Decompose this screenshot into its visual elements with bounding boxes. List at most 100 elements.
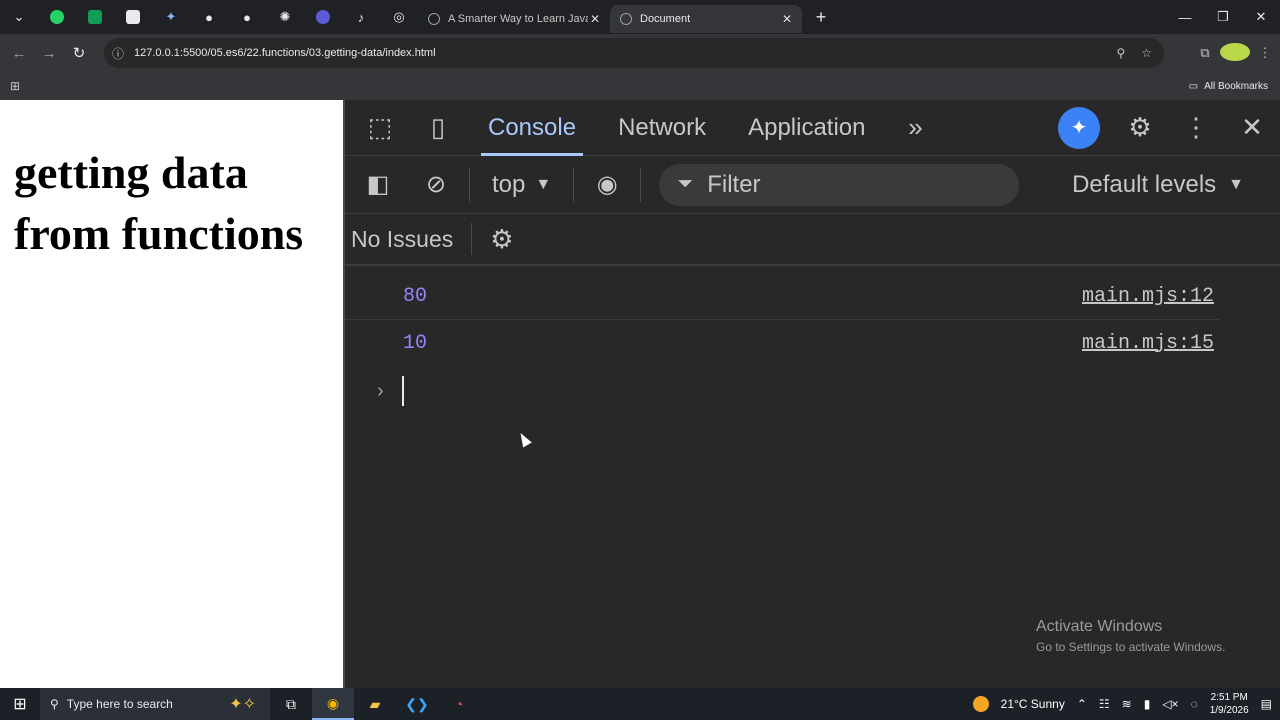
- context-selector[interactable]: top ▼: [474, 171, 569, 199]
- forward-icon[interactable]: →: [34, 38, 64, 68]
- tab-smarter-way[interactable]: A Smarter Way to Learn JavaSc ✕: [418, 5, 610, 33]
- tab-console[interactable]: Console: [467, 100, 597, 156]
- devtools-tab-bar: ⬚ ▯ Console Network Application » ✦ ⚙ ⋮ …: [345, 100, 1280, 156]
- log-source-link[interactable]: main.mjs:15: [1082, 332, 1214, 355]
- filter-placeholder: Filter: [707, 170, 761, 198]
- zoom-icon[interactable]: ⚲: [1116, 46, 1125, 60]
- divider: [469, 167, 470, 202]
- sheets-icon[interactable]: [76, 0, 114, 34]
- clear-console-icon[interactable]: ⊘: [407, 170, 465, 199]
- sidebar-toggle-icon[interactable]: ◧: [349, 170, 407, 199]
- chatgpt-icon[interactable]: ✺: [266, 0, 304, 34]
- tab-network[interactable]: Network: [597, 100, 727, 156]
- dropdown-arrow-icon: ▼: [1228, 175, 1244, 193]
- tab-title: Document: [640, 13, 691, 25]
- chrome-taskbar-icon[interactable]: ◉: [312, 688, 354, 720]
- windows-start-icon[interactable]: ⊞: [0, 694, 40, 714]
- page-viewport: getting data from functions: [0, 100, 343, 688]
- site-info-icon[interactable]: ⓘ: [112, 45, 124, 62]
- settings-gear-icon[interactable]: ⚙: [1112, 112, 1168, 143]
- whatsapp-icon[interactable]: [38, 0, 76, 34]
- file-explorer-icon[interactable]: ▰: [354, 688, 396, 720]
- log-value: 80: [403, 285, 428, 308]
- close-tab-icon[interactable]: ✕: [590, 12, 600, 26]
- globe-icon: [620, 13, 632, 25]
- live-expression-eye-icon[interactable]: ◉: [578, 170, 636, 199]
- inspect-element-icon[interactable]: ⬚: [351, 100, 409, 156]
- ai-assistance-icon[interactable]: ✦: [1058, 106, 1100, 149]
- new-tab-icon[interactable]: +: [802, 0, 840, 34]
- prompt-chevron-icon: ›: [377, 380, 384, 402]
- app-icon[interactable]: [114, 0, 152, 34]
- levels-label: Default levels: [1072, 170, 1217, 198]
- issues-bar: No Issues ⚙: [345, 214, 1280, 266]
- onedrive-icon[interactable]: ◌: [1191, 697, 1198, 711]
- tab-search-icon[interactable]: ⌄: [0, 0, 38, 34]
- log-levels-dropdown[interactable]: Default levels ▼: [1072, 171, 1244, 199]
- vscode-icon[interactable]: ❮❯: [396, 688, 438, 720]
- close-window-icon[interactable]: ✕: [1242, 0, 1280, 34]
- issues-count[interactable]: No Issues: [351, 226, 453, 253]
- taskbar-search-box[interactable]: ⚲ Type here to search ✦✧: [40, 688, 270, 720]
- bookmarks-bar: ⊞ ▭ All Bookmarks: [0, 72, 1280, 100]
- menu-icon[interactable]: ⋮: [1250, 45, 1280, 61]
- app-taskbar-icon[interactable]: ◔: [438, 688, 480, 720]
- close-tab-icon[interactable]: ✕: [782, 12, 792, 26]
- console-log-row: 10 main.mjs:15: [345, 320, 1220, 366]
- console-prompt[interactable]: ›: [345, 366, 1280, 422]
- gemini-icon[interactable]: ✦: [152, 0, 190, 34]
- close-devtools-icon[interactable]: ✕: [1224, 112, 1280, 143]
- back-icon[interactable]: ←: [4, 38, 34, 68]
- reload-icon[interactable]: ↻: [64, 38, 94, 68]
- apps-grid-icon[interactable]: ⊞: [0, 79, 30, 93]
- restore-icon[interactable]: ❐: [1204, 0, 1242, 34]
- dropdown-arrow-icon: ▼: [535, 175, 552, 193]
- tiktok-icon[interactable]: ♪: [342, 0, 380, 34]
- mic-icon[interactable]: ▮: [1144, 697, 1151, 711]
- filter-input[interactable]: ⏷ Filter: [659, 163, 1020, 206]
- watermark-title: Activate Windows: [1036, 618, 1163, 635]
- filter-icon: ⏷: [677, 173, 694, 195]
- network-icon[interactable]: ☷: [1099, 697, 1110, 711]
- log-source-link[interactable]: main.mjs:12: [1082, 285, 1214, 308]
- github-icon[interactable]: ●: [228, 0, 266, 34]
- more-tabs-icon[interactable]: »: [887, 100, 945, 156]
- console-settings-gear-icon[interactable]: ⚙: [490, 224, 513, 255]
- tab-title: A Smarter Way to Learn JavaSc: [448, 13, 588, 25]
- tab-document[interactable]: Document ✕: [610, 5, 802, 33]
- chrome-icon[interactable]: ◎: [380, 0, 418, 34]
- profile-avatar[interactable]: [1220, 42, 1250, 64]
- github-icon[interactable]: ●: [190, 0, 228, 34]
- windows-taskbar: ⊞ ⚲ Type here to search ✦✧ ⧉ ◉ ▰ ❮❯ ◔ 21…: [0, 688, 1280, 720]
- log-value: 10: [403, 331, 428, 355]
- address-bar[interactable]: ⓘ 127.0.0.1:5500/05.es6/22.functions/03.…: [104, 38, 1164, 68]
- browser-toolbar: ← → ↻ ⓘ 127.0.0.1:5500/05.es6/22.functio…: [0, 34, 1280, 72]
- tray-overflow-icon[interactable]: ⌃: [1077, 697, 1087, 711]
- app-icon[interactable]: [304, 0, 342, 34]
- browser-tab-strip: ⌄ ✦ ● ● ✺ ♪ ◎ A Smarter Way to Learn Jav…: [0, 0, 1280, 34]
- globe-icon: [428, 13, 440, 25]
- wifi-icon[interactable]: ≋: [1122, 697, 1132, 711]
- search-placeholder: Type here to search: [66, 697, 173, 711]
- notifications-icon[interactable]: ▤: [1261, 697, 1272, 711]
- tab-application[interactable]: Application: [727, 100, 886, 156]
- task-view-icon[interactable]: ⧉: [270, 688, 312, 720]
- date: 1/9/2026: [1209, 705, 1249, 716]
- text-caret: [402, 376, 404, 406]
- minimize-icon[interactable]: —: [1166, 0, 1204, 34]
- watermark-subtitle: Go to Settings to activate Windows.: [1036, 640, 1226, 654]
- divider: [471, 223, 473, 255]
- bookmark-star-icon[interactable]: ☆: [1141, 46, 1152, 60]
- console-log-row: 80 main.mjs:12: [345, 274, 1220, 320]
- extensions-icon[interactable]: ⧉: [1190, 45, 1220, 61]
- weather-text[interactable]: 21°C Sunny: [1001, 697, 1065, 711]
- device-toolbar-icon[interactable]: ▯: [409, 100, 467, 156]
- folder-icon: ▭: [1188, 80, 1199, 92]
- devtools-panel: ⬚ ▯ Console Network Application » ✦ ⚙ ⋮ …: [343, 100, 1280, 688]
- clock[interactable]: 2:51 PM 1/9/2026: [1210, 691, 1249, 717]
- weather-sun-icon: [972, 696, 989, 712]
- all-bookmarks-button[interactable]: ▭ All Bookmarks: [1189, 81, 1268, 92]
- kebab-menu-icon[interactable]: ⋮: [1168, 112, 1224, 143]
- volume-icon[interactable]: ◁×: [1162, 697, 1178, 711]
- url-text: 127.0.0.1:5500/05.es6/22.functions/03.ge…: [134, 47, 436, 59]
